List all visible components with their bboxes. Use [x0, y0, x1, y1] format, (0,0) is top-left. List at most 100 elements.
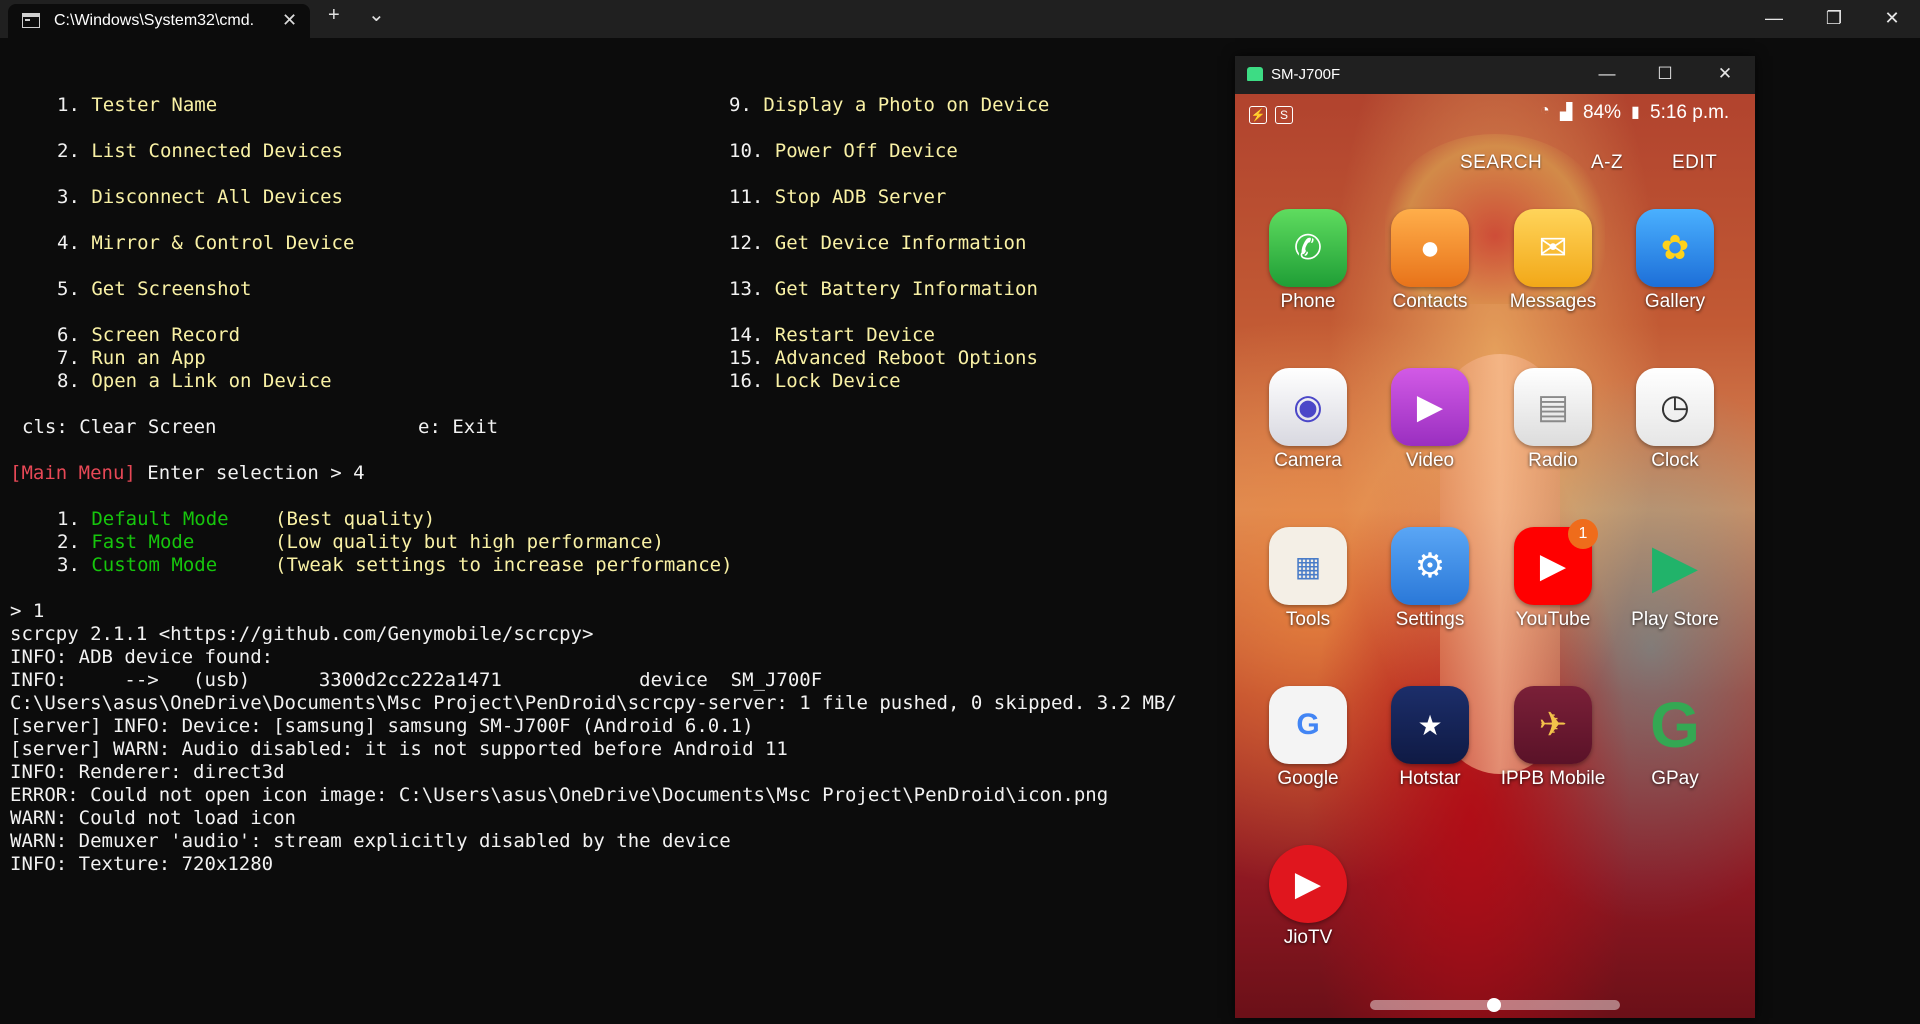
mirror-minimize-button[interactable]: —	[1595, 64, 1619, 84]
settings-icon: ⚙	[1391, 527, 1469, 605]
tab-close-icon[interactable]: ✕	[282, 10, 297, 31]
output-line: WARN: Demuxer 'audio': stream explicitly…	[10, 830, 731, 852]
app-gpay[interactable]: G GPay	[1615, 686, 1735, 806]
main-menu-prompt: [Main Menu] Enter selection > 4	[10, 462, 365, 484]
mode-option: 2. Fast Mode	[57, 531, 195, 553]
output-line: INFO: Texture: 720x1280	[10, 853, 274, 875]
tab-dropdown-button[interactable]: ⌄	[368, 2, 385, 27]
app-label: Gallery	[1644, 291, 1706, 312]
menu-item: 13. Get Battery Information	[729, 278, 1038, 300]
mirror-titlebar[interactable]: SM-J700F — ☐ ✕	[1235, 56, 1755, 94]
page-indicator-dot[interactable]	[1487, 998, 1501, 1012]
menu-item: 6. Screen Record	[57, 324, 241, 346]
output-line: scrcpy 2.1.1 <https://github.com/Genymob…	[10, 623, 594, 645]
app-radio[interactable]: ▤ Radio	[1493, 368, 1613, 488]
search-button[interactable]: SEARCH	[1460, 152, 1542, 174]
maximize-button[interactable]: ❐	[1822, 8, 1846, 29]
output-line: C:\Users\asus\OneDrive\Documents\Msc Pro…	[10, 692, 1177, 714]
app-label: GPay	[1651, 768, 1699, 789]
edit-button[interactable]: EDIT	[1672, 152, 1717, 174]
app-label: Settings	[1395, 609, 1465, 630]
device-screen[interactable]: ⚡ S ◔ ▟ 84% ▮ 5:16 p.m. SEARCH A-Z EDIT …	[1235, 94, 1755, 1018]
output-line: [server] INFO: Device: [samsung] samsung…	[10, 715, 754, 737]
app-settings[interactable]: ⚙ Settings	[1370, 527, 1490, 647]
new-tab-button[interactable]: +	[328, 4, 340, 27]
output-line: INFO: Renderer: direct3d	[10, 761, 285, 783]
flash-icon: ⚡	[1249, 106, 1267, 124]
app-label: Phone	[1280, 291, 1336, 312]
output-line: > 1	[10, 600, 45, 622]
app-hotstar[interactable]: ★ Hotstar	[1370, 686, 1490, 806]
app-youtube[interactable]: ▶ 1 YouTube	[1493, 519, 1613, 647]
output-line: WARN: Could not load icon	[10, 807, 296, 829]
mode-option: 1. Default Mode	[57, 508, 229, 530]
battery-icon: ▮	[1631, 104, 1640, 121]
app-camera[interactable]: ◉ Camera	[1248, 368, 1368, 488]
app-label: Google	[1277, 768, 1339, 789]
jiotv-icon: ▶	[1269, 845, 1347, 923]
mode-description: (Low quality but high performance)	[275, 531, 664, 553]
app-label: Video	[1405, 450, 1455, 471]
menu-item: 16. Lock Device	[729, 370, 901, 392]
menu-item: 1. Tester Name	[57, 94, 218, 116]
exit-option: e: Exit	[418, 416, 499, 438]
app-google-folder[interactable]: G Google	[1248, 686, 1368, 806]
play-store-icon: ▶	[1651, 532, 1699, 599]
app-video[interactable]: ▶ Video	[1370, 368, 1490, 488]
status-time: 5:16 p.m.	[1650, 102, 1730, 123]
terminal-content[interactable]: 1. Tester Name 2. List Connected Devices…	[0, 38, 1235, 1020]
menu-item: 10. Power Off Device	[729, 140, 958, 162]
menu-item: 4. Mirror & Control Device	[57, 232, 355, 254]
app-label: Messages	[1509, 291, 1597, 312]
google-folder-icon: G	[1269, 686, 1347, 764]
device-mirror-window[interactable]: SM-J700F — ☐ ✕ ⚡ S ◔ ▟ 84% ▮ 5:16 p.m. S…	[1235, 56, 1755, 1018]
close-button[interactable]: ✕	[1880, 8, 1904, 29]
gallery-icon: ✿	[1636, 209, 1714, 287]
menu-item: 14. Restart Device	[729, 324, 935, 346]
radio-icon: ▤	[1514, 368, 1592, 446]
sort-az-button[interactable]: A-Z	[1591, 152, 1623, 174]
app-notification-icon: S	[1275, 106, 1293, 124]
menu-item: 2. List Connected Devices	[57, 140, 344, 162]
output-line: ERROR: Could not open icon image: C:\Use…	[10, 784, 1109, 806]
menu-item: 8. Open a Link on Device	[57, 370, 332, 392]
menu-item: 5. Get Screenshot	[57, 278, 252, 300]
app-contacts[interactable]: ● Contacts	[1370, 209, 1490, 329]
menu-item: 12. Get Device Information	[729, 232, 1027, 254]
app-label: JioTV	[1283, 927, 1333, 948]
app-tools-folder[interactable]: ▦ Tools	[1248, 527, 1368, 647]
app-phone[interactable]: ✆ Phone	[1248, 209, 1368, 329]
app-label: Play Store	[1631, 609, 1719, 630]
app-label: Radio	[1528, 450, 1578, 471]
hotstar-icon: ★	[1391, 686, 1469, 764]
menu-item: 3. Disconnect All Devices	[57, 186, 344, 208]
tools-folder-icon: ▦	[1269, 527, 1347, 605]
camera-icon: ◉	[1269, 368, 1347, 446]
app-messages[interactable]: ✉ Messages	[1493, 209, 1613, 329]
android-icon	[1247, 67, 1263, 81]
signal-icon: ▟	[1560, 104, 1573, 121]
app-jiotv[interactable]: ▶ JioTV	[1248, 845, 1368, 965]
terminal-tab[interactable]: C:\Windows\System32\cmd. ✕	[8, 4, 310, 38]
app-ippb-mobile[interactable]: ✈ IPPB Mobile	[1493, 686, 1613, 806]
cmd-icon	[22, 13, 40, 28]
output-line: INFO: --> (usb) 3300d2cc222a1471 device …	[10, 669, 823, 691]
app-clock[interactable]: ◷ Clock	[1615, 368, 1735, 488]
ippb-icon: ✈	[1514, 686, 1592, 764]
mirror-close-button[interactable]: ✕	[1713, 64, 1737, 84]
mode-description: (Tweak settings to increase performance)	[275, 554, 733, 576]
app-label: Contacts	[1392, 291, 1468, 312]
app-play-store[interactable]: ▶ Play Store	[1615, 527, 1735, 647]
app-label: Camera	[1274, 450, 1342, 471]
minimize-button[interactable]: —	[1762, 8, 1786, 29]
mode-description: (Best quality)	[275, 508, 436, 530]
mirror-maximize-button[interactable]: ☐	[1653, 64, 1677, 84]
messages-icon: ✉	[1514, 209, 1592, 287]
menu-item: 15. Advanced Reboot Options	[729, 347, 1038, 369]
phone-icon: ✆	[1269, 209, 1347, 287]
app-gallery[interactable]: ✿ Gallery	[1615, 209, 1735, 329]
terminal-titlebar: C:\Windows\System32\cmd. ✕ + ⌄ — ❐ ✕	[0, 0, 1920, 38]
mode-option: 3. Custom Mode	[57, 554, 218, 576]
output-line: INFO: ADB device found:	[10, 646, 274, 668]
notification-badge: 1	[1568, 519, 1598, 549]
